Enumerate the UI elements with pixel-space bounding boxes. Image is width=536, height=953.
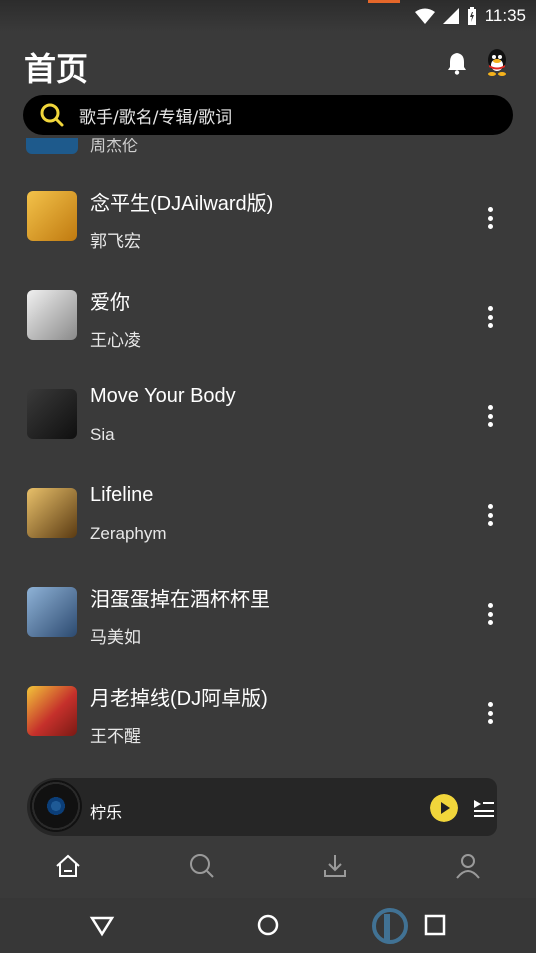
play-button[interactable]	[430, 794, 458, 822]
search-icon	[40, 103, 64, 127]
song-title: 月老掉线(DJ阿卓版)	[90, 688, 268, 710]
qq-icon[interactable]	[484, 48, 510, 76]
more-icon[interactable]	[480, 603, 500, 625]
song-cover	[27, 686, 77, 736]
player-song-name: 柠乐	[90, 803, 123, 822]
song-row[interactable]: Lifeline Zeraphym	[0, 476, 536, 575]
song-title: Move Your Body	[90, 385, 236, 407]
song-row[interactable]: Move Your Body Sia	[0, 377, 536, 476]
song-artist: 周杰伦	[90, 138, 139, 155]
song-cover[interactable]	[26, 138, 78, 154]
battery-icon	[467, 7, 476, 25]
more-icon[interactable]	[480, 504, 500, 526]
search-bar[interactable]: 歌手/歌名/专辑/歌词	[23, 95, 513, 135]
song-cover	[27, 389, 77, 439]
song-title: 念平生(DJAilward版)	[90, 193, 274, 215]
bottom-tab-bar	[0, 838, 536, 898]
song-row[interactable]: 爱你 王心凌	[0, 278, 536, 377]
header: 首页	[0, 36, 536, 88]
more-icon[interactable]	[480, 207, 500, 229]
status-accent-line	[368, 0, 400, 3]
download-icon[interactable]	[321, 852, 349, 880]
song-row[interactable]: 泪蛋蛋掉在酒杯杯里 马美如	[0, 575, 536, 674]
song-cover	[27, 290, 77, 340]
more-icon[interactable]	[480, 702, 500, 724]
back-icon[interactable]	[89, 912, 115, 938]
wifi-icon	[414, 8, 435, 24]
status-icons: 11:35	[414, 6, 526, 26]
song-artist: Zeraphym	[90, 524, 167, 543]
song-artist: 郭飞宏	[90, 232, 141, 251]
song-list: 周杰伦 念平生(DJAilward版) 郭飞宏 爱你 王心凌 Move Your…	[0, 138, 536, 778]
status-bar: 11:35	[0, 0, 536, 32]
song-artist: Sia	[90, 425, 115, 444]
song-title: Lifeline	[90, 484, 154, 506]
user-icon[interactable]	[454, 852, 482, 880]
home-circle-icon[interactable]	[255, 912, 281, 938]
home-icon[interactable]	[54, 852, 82, 880]
song-row[interactable]: 念平生(DJAilward版) 郭飞宏	[0, 179, 536, 278]
signal-icon	[442, 8, 459, 24]
more-icon[interactable]	[480, 306, 500, 328]
vinyl-disc-icon[interactable]	[30, 780, 82, 832]
page-title: 首页	[24, 50, 89, 88]
song-title: 爱你	[90, 292, 130, 314]
status-time: 11:35	[484, 6, 526, 25]
song-artist: 王不醒	[90, 727, 141, 746]
bell-icon[interactable]	[446, 51, 468, 75]
song-cover	[27, 488, 77, 538]
watermark-logo-icon	[372, 908, 408, 944]
song-artist: 马美如	[90, 628, 141, 647]
song-row[interactable]: 月老掉线(DJ阿卓版) 王不醒	[0, 674, 536, 773]
playlist-icon[interactable]	[472, 798, 496, 818]
song-title: 泪蛋蛋掉在酒杯杯里	[90, 589, 270, 611]
search-placeholder: 歌手/歌名/专辑/歌词	[79, 107, 233, 128]
song-cover	[27, 191, 77, 241]
more-icon[interactable]	[480, 405, 500, 427]
song-cover	[27, 587, 77, 637]
search-icon[interactable]	[188, 852, 216, 880]
song-artist: 王心凌	[90, 331, 141, 350]
